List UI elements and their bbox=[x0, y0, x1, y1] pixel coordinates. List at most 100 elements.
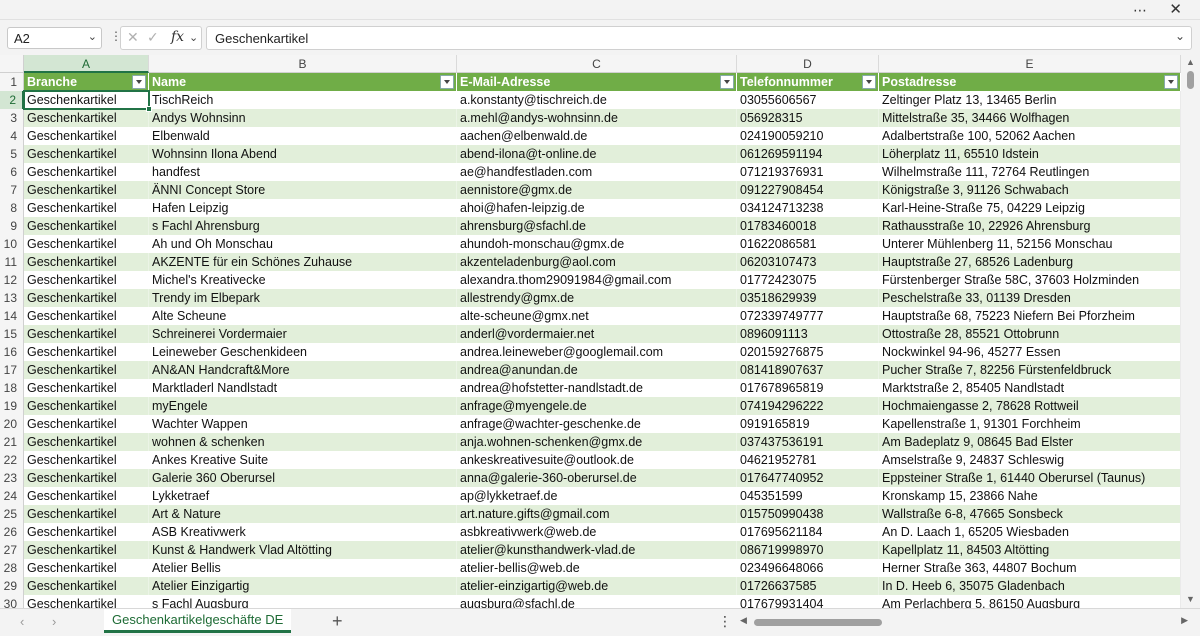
table-cell[interactable]: 024190059210 bbox=[737, 127, 879, 145]
table-cell[interactable]: 017647740952 bbox=[737, 469, 879, 487]
table-cell[interactable]: ahrensburg@sfachl.de bbox=[457, 217, 737, 235]
table-cell[interactable]: ÄNNI Concept Store bbox=[149, 181, 457, 199]
table-cell[interactable]: 03518629939 bbox=[737, 289, 879, 307]
filter-dropdown-icon[interactable] bbox=[720, 75, 734, 89]
table-cell[interactable]: Geschenkartikel bbox=[24, 451, 149, 469]
row-header[interactable]: 19 bbox=[0, 397, 24, 415]
table-cell[interactable]: Andys Wohnsinn bbox=[149, 109, 457, 127]
row-header[interactable]: 6 bbox=[0, 163, 24, 181]
table-cell[interactable]: anja.wohnen-schenken@gmx.de bbox=[457, 433, 737, 451]
column-header-e[interactable]: E bbox=[879, 55, 1181, 73]
name-box[interactable]: A2 ⌄ bbox=[7, 27, 102, 49]
table-cell[interactable]: Geschenkartikel bbox=[24, 199, 149, 217]
close-icon[interactable]: ✕ bbox=[1169, 0, 1182, 18]
table-cell[interactable]: Hochmaiengasse 2, 78628 Rottweil bbox=[879, 397, 1181, 415]
row-header[interactable]: 2 bbox=[0, 91, 24, 109]
sheet-bar-options-icon[interactable]: ⋮ bbox=[718, 613, 732, 630]
column-header-c[interactable]: C bbox=[457, 55, 737, 73]
table-cell[interactable]: allestrendy@gmx.de bbox=[457, 289, 737, 307]
filter-dropdown-icon[interactable] bbox=[1164, 75, 1178, 89]
table-cell[interactable]: 06203107473 bbox=[737, 253, 879, 271]
table-cell[interactable]: 017695621184 bbox=[737, 523, 879, 541]
table-cell[interactable]: Geschenkartikel bbox=[24, 289, 149, 307]
table-cell[interactable]: 061269591194 bbox=[737, 145, 879, 163]
table-cell[interactable]: Alte Scheune bbox=[149, 307, 457, 325]
column-header-b[interactable]: B bbox=[149, 55, 457, 73]
table-cell[interactable]: Geschenkartikel bbox=[24, 361, 149, 379]
table-cell[interactable]: Geschenkartikel bbox=[24, 91, 149, 109]
table-cell[interactable]: a.mehl@andys-wohnsinn.de bbox=[457, 109, 737, 127]
table-cell[interactable]: AN&AN Handcraft&More bbox=[149, 361, 457, 379]
row-header[interactable]: 3 bbox=[0, 109, 24, 127]
row-header[interactable]: 12 bbox=[0, 271, 24, 289]
table-cell[interactable]: Am Badeplatz 9, 08645 Bad Elster bbox=[879, 433, 1181, 451]
row-header[interactable]: 16 bbox=[0, 343, 24, 361]
row-header[interactable]: 8 bbox=[0, 199, 24, 217]
table-cell[interactable]: Herner Straße 363, 44807 Bochum bbox=[879, 559, 1181, 577]
table-cell[interactable]: Geschenkartikel bbox=[24, 487, 149, 505]
table-cell[interactable]: Eppsteiner Straße 1, 61440 Oberursel (Ta… bbox=[879, 469, 1181, 487]
table-cell[interactable]: Königstraße 3, 91126 Schwabach bbox=[879, 181, 1181, 199]
table-cell[interactable]: 086719998970 bbox=[737, 541, 879, 559]
table-cell[interactable]: 034124713238 bbox=[737, 199, 879, 217]
table-cell[interactable]: 045351599 bbox=[737, 487, 879, 505]
table-cell[interactable]: augsburg@sfachl.de bbox=[457, 595, 737, 608]
table-cell[interactable]: 023496648066 bbox=[737, 559, 879, 577]
more-options-icon[interactable]: ⋯ bbox=[1133, 2, 1148, 19]
table-cell[interactable]: ASB Kreativwerk bbox=[149, 523, 457, 541]
cancel-icon[interactable]: ✕ bbox=[127, 29, 139, 46]
row-header[interactable]: 9 bbox=[0, 217, 24, 235]
row-header[interactable]: 13 bbox=[0, 289, 24, 307]
chevron-down-icon[interactable]: ⌄ bbox=[88, 30, 97, 43]
table-cell[interactable]: 015750990438 bbox=[737, 505, 879, 523]
formula-input[interactable]: Geschenkartikel ⌄ bbox=[206, 26, 1192, 50]
row-header[interactable]: 15 bbox=[0, 325, 24, 343]
table-cell[interactable]: Karl-Heine-Straße 75, 04229 Leipzig bbox=[879, 199, 1181, 217]
table-cell[interactable]: atelier-bellis@web.de bbox=[457, 559, 737, 577]
scroll-up-icon[interactable]: ▲ bbox=[1186, 57, 1195, 67]
table-cell[interactable]: akzenteladenburg@aol.com bbox=[457, 253, 737, 271]
table-cell[interactable]: s Fachl Augsburg bbox=[149, 595, 457, 608]
table-cell[interactable]: In D. Heeb 6, 35075 Gladenbach bbox=[879, 577, 1181, 595]
row-header[interactable]: 28 bbox=[0, 559, 24, 577]
table-cell[interactable]: atelier@kunsthandwerk-vlad.de bbox=[457, 541, 737, 559]
table-cell[interactable]: Geschenkartikel bbox=[24, 595, 149, 608]
table-cell[interactable]: anfrage@myengele.de bbox=[457, 397, 737, 415]
table-cell[interactable]: Rathausstraße 10, 22926 Ahrensburg bbox=[879, 217, 1181, 235]
row-header[interactable]: 17 bbox=[0, 361, 24, 379]
row-header[interactable]: 18 bbox=[0, 379, 24, 397]
table-cell[interactable]: Fürstenberger Straße 58C, 37603 Holzmind… bbox=[879, 271, 1181, 289]
table-cell[interactable]: anfrage@wachter-geschenke.de bbox=[457, 415, 737, 433]
horizontal-scrollbar[interactable]: ◀ ▶ bbox=[740, 615, 1188, 629]
table-cell[interactable]: alte-scheune@gmx.net bbox=[457, 307, 737, 325]
table-cell[interactable]: Geschenkartikel bbox=[24, 271, 149, 289]
table-cell[interactable]: Geschenkartikel bbox=[24, 253, 149, 271]
table-cell[interactable]: TischReich bbox=[149, 91, 457, 109]
table-cell[interactable]: andrea@hofstetter-nandlstadt.de bbox=[457, 379, 737, 397]
table-cell[interactable]: ae@handfestladen.com bbox=[457, 163, 737, 181]
table-cell[interactable]: Geschenkartikel bbox=[24, 505, 149, 523]
table-cell[interactable]: Michel's Kreativecke bbox=[149, 271, 457, 289]
table-cell[interactable]: myEngele bbox=[149, 397, 457, 415]
row-header[interactable]: 24 bbox=[0, 487, 24, 505]
table-cell[interactable]: 04621952781 bbox=[737, 451, 879, 469]
table-cell[interactable]: abend-ilona@t-online.de bbox=[457, 145, 737, 163]
table-cell[interactable]: AKZENTE für ein Schönes Zuhause bbox=[149, 253, 457, 271]
table-cell[interactable]: Mittelstraße 35, 34466 Wolfhagen bbox=[879, 109, 1181, 127]
table-cell[interactable]: aennistore@gmx.de bbox=[457, 181, 737, 199]
table-cell[interactable]: Zeltinger Platz 13, 13465 Berlin bbox=[879, 91, 1181, 109]
row-header[interactable]: 25 bbox=[0, 505, 24, 523]
row-header[interactable]: 23 bbox=[0, 469, 24, 487]
table-cell[interactable]: handfest bbox=[149, 163, 457, 181]
scroll-right-icon[interactable]: ▶ bbox=[1181, 615, 1188, 626]
table-cell[interactable]: wohnen & schenken bbox=[149, 433, 457, 451]
table-cell[interactable]: Atelier Bellis bbox=[149, 559, 457, 577]
table-cell[interactable]: Geschenkartikel bbox=[24, 127, 149, 145]
table-cell[interactable]: 056928315 bbox=[737, 109, 879, 127]
table-cell[interactable]: Wohnsinn Ilona Abend bbox=[149, 145, 457, 163]
scroll-left-icon[interactable]: ◀ bbox=[740, 615, 747, 626]
table-cell[interactable]: 020159276875 bbox=[737, 343, 879, 361]
scroll-thumb[interactable] bbox=[754, 619, 882, 626]
add-sheet-icon[interactable]: + bbox=[332, 611, 343, 632]
table-cell[interactable]: Geschenkartikel bbox=[24, 577, 149, 595]
